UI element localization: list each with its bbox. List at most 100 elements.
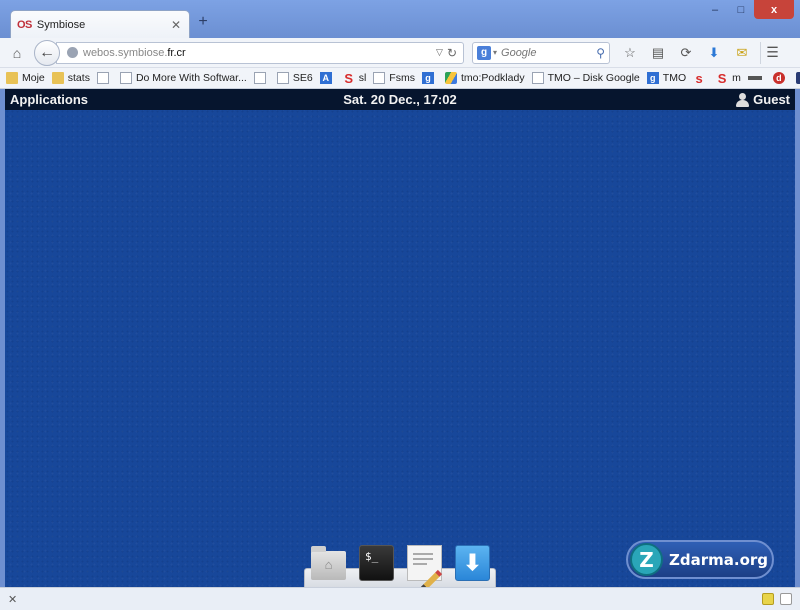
- site-favicon-icon: OS: [17, 18, 32, 31]
- user-menu[interactable]: Guest: [736, 92, 790, 107]
- user-icon: [736, 92, 750, 107]
- tab-close-icon[interactable]: ✕: [169, 18, 183, 32]
- window-controls: – □ x: [702, 0, 794, 19]
- text-editor-icon[interactable]: [407, 545, 443, 587]
- bookmark-item[interactable]: Moje: [6, 72, 45, 84]
- bookmark-item[interactable]: s: [693, 70, 709, 86]
- page-icon: [531, 72, 544, 84]
- zdarma-logo-icon: Z: [630, 543, 663, 576]
- bookmark-label: SE6: [292, 72, 313, 84]
- close-window-button[interactable]: x: [754, 0, 794, 19]
- bookmark-item[interactable]: TMO – Disk Google: [531, 72, 640, 84]
- search-engine-dropdown-icon[interactable]: ▾: [493, 48, 497, 57]
- bookmark-star-icon[interactable]: ☆: [618, 42, 642, 64]
- bookmark-label: stats: [67, 72, 90, 84]
- google-icon: g: [421, 72, 434, 84]
- webos-desktop[interactable]: Applications Sat. 20 Dec., 17:02 Guest ⌂…: [5, 89, 795, 587]
- bookmark-item[interactable]: g: [421, 72, 438, 84]
- tab-strip: OS Symbiose ✕ + – □ x: [0, 0, 800, 38]
- tab-symbiose[interactable]: OS Symbiose ✕: [10, 10, 190, 38]
- back-button[interactable]: ←: [34, 39, 60, 66]
- toolbar-icons: ☆ ▤ ⟳ ⬇ ✉: [618, 42, 754, 64]
- bookmark-item[interactable]: Sm: [716, 70, 741, 86]
- folder-icon: [6, 72, 18, 84]
- bookmark-label: TMO – Disk Google: [547, 72, 640, 84]
- red-circle-icon: d: [772, 72, 785, 84]
- user-name: Guest: [753, 92, 790, 107]
- dock-icons: ⌂ $_ ⬇: [311, 545, 490, 587]
- bookmark-label: Do More With Softwar...: [135, 72, 247, 84]
- home-folder-icon[interactable]: ⌂: [311, 546, 346, 580]
- dark-square-icon: [795, 72, 800, 84]
- bookmark-item[interactable]: [96, 72, 113, 84]
- bookmark-label: sl: [358, 72, 367, 84]
- folder-icon: [51, 72, 64, 84]
- google-icon: g: [646, 72, 659, 84]
- download-icon[interactable]: ⬇: [702, 42, 726, 64]
- addon-icon[interactable]: [762, 593, 774, 605]
- s-logo-icon: S: [344, 70, 354, 86]
- bookmark-item[interactable]: g TMO: [646, 72, 687, 84]
- bookmark-item[interactable]: tmo:Podklady: [444, 72, 525, 84]
- bookmark-item[interactable]: Fsms: [373, 72, 415, 84]
- bookmark-item[interactable]: d: [772, 72, 789, 84]
- page-icon: [276, 72, 289, 84]
- bookmark-item[interactable]: Ssl: [343, 70, 367, 86]
- text-line: [413, 558, 433, 560]
- top-panel: Applications Sat. 20 Dec., 17:02 Guest: [5, 89, 795, 110]
- text-line: [413, 553, 433, 555]
- page-icon: [373, 72, 386, 84]
- bookmark-item[interactable]: [747, 76, 766, 80]
- reload-icon[interactable]: ↻: [447, 46, 457, 60]
- status-icons: [762, 593, 792, 605]
- s-logo-icon: s: [695, 70, 703, 86]
- url-host-domain: fr.cr: [167, 46, 186, 59]
- url-text[interactable]: webos.symbiose.fr.cr: [83, 47, 432, 59]
- bookmark-item[interactable]: stats: [51, 72, 90, 84]
- bar-icon: [747, 76, 762, 80]
- sync-icon[interactable]: ⟳: [674, 42, 698, 64]
- navigation-toolbar: ⌂ ← webos.symbiose.fr.cr ▽ ↻ g ▾ ⚲ ☆ ▤ ⟳…: [0, 38, 800, 68]
- bookmark-item[interactable]: [795, 72, 800, 84]
- home-icon[interactable]: ⌂: [6, 42, 28, 64]
- bookmark-label: tmo:Podklady: [460, 72, 525, 84]
- page-icon: [119, 72, 132, 84]
- google-drive-icon: [444, 72, 457, 84]
- search-input[interactable]: [501, 46, 597, 59]
- bookmark-label: Moje: [22, 72, 45, 84]
- bookmark-item[interactable]: Do More With Softwar...: [119, 72, 247, 84]
- url-dropdown-icon[interactable]: ▽: [436, 47, 443, 58]
- blue-app-icon: A: [319, 72, 332, 84]
- home-icon: ⌂: [324, 557, 333, 572]
- clock: Sat. 20 Dec., 17:02: [343, 92, 457, 107]
- s-logo-icon: S: [717, 70, 727, 86]
- bookmark-label: TMO: [662, 72, 687, 84]
- maximize-button[interactable]: □: [728, 0, 754, 19]
- tab-title: Symbiose: [36, 18, 86, 31]
- text-line: [413, 563, 427, 565]
- bookmark-label: m: [732, 72, 741, 84]
- page-icon[interactable]: [780, 593, 792, 605]
- url-bar[interactable]: webos.symbiose.fr.cr ▽ ↻: [56, 41, 464, 64]
- search-bar[interactable]: g ▾ ⚲: [472, 41, 610, 64]
- search-go-icon[interactable]: ⚲: [596, 46, 605, 60]
- mail-icon[interactable]: ✉: [730, 42, 754, 64]
- globe-icon: [67, 47, 78, 58]
- bookmark-label: Fsms: [389, 72, 415, 84]
- new-tab-button[interactable]: +: [196, 14, 210, 30]
- bookmark-item[interactable]: [253, 72, 270, 84]
- search-engine-icon[interactable]: g: [477, 45, 491, 60]
- status-bar: ✕: [0, 587, 800, 610]
- close-icon[interactable]: ✕: [8, 593, 17, 606]
- terminal-icon[interactable]: $_: [359, 545, 394, 581]
- applications-menu[interactable]: Applications: [10, 92, 88, 107]
- bookmark-item[interactable]: SE6: [276, 72, 313, 84]
- zdarma-watermark: Z Zdarma.org: [626, 540, 774, 579]
- bookmark-item[interactable]: A: [319, 72, 336, 84]
- page-icon: [253, 72, 266, 84]
- url-host-prefix: webos.symbiose.: [83, 46, 168, 59]
- minimize-button[interactable]: –: [702, 0, 728, 19]
- download-manager-icon[interactable]: ⬇: [455, 545, 490, 581]
- bookmarks-menu-icon[interactable]: ▤: [646, 42, 670, 64]
- hamburger-menu-icon[interactable]: ☰: [760, 41, 784, 64]
